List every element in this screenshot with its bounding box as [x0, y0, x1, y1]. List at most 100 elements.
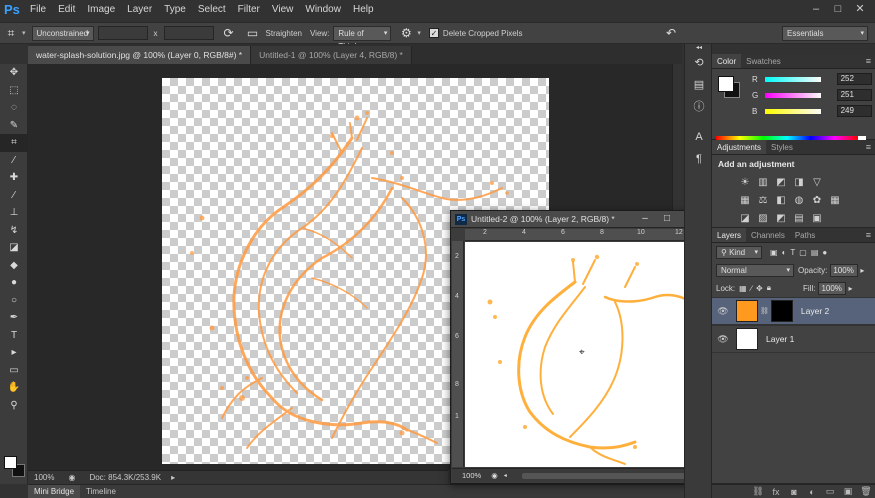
brush-tool-icon[interactable]: ∕ — [0, 187, 28, 205]
tool-preset-chevron-icon[interactable]: ▾ — [22, 29, 26, 37]
straighten-icon[interactable]: ▭ — [242, 26, 264, 40]
panel-menu-icon[interactable]: ≡ — [866, 56, 871, 66]
photo-filter-icon[interactable]: ◍ — [790, 195, 808, 206]
invert-icon[interactable]: ◪ — [736, 213, 754, 224]
color-lookup-icon[interactable]: ▦ — [826, 195, 844, 206]
menu-view[interactable]: View — [266, 0, 300, 20]
filter-pixel-icon[interactable]: ▣ — [770, 248, 778, 257]
fill-input[interactable]: 100% — [818, 281, 847, 295]
floating-minimize-button[interactable]: – — [635, 211, 655, 227]
hand-tool-icon[interactable]: ✋ — [0, 379, 28, 397]
close-button[interactable]: ✕ — [849, 0, 871, 18]
menu-image[interactable]: Image — [81, 0, 121, 20]
posterize-icon[interactable]: ▨ — [754, 213, 772, 224]
visibility-eye-icon[interactable]: 👁︎ — [712, 306, 734, 317]
collapse-strip-icon[interactable]: ◂◂ — [685, 44, 713, 52]
lasso-tool-icon[interactable]: ◌ — [0, 99, 28, 117]
menu-window[interactable]: Window — [299, 0, 347, 20]
opacity-chevron-icon[interactable]: ▸ — [860, 266, 864, 275]
vibrance-icon[interactable]: ▽ — [808, 177, 826, 188]
crop-height-input[interactable] — [163, 26, 214, 40]
color-swatches[interactable] — [4, 456, 26, 478]
crop-tool-icon[interactable]: ⌗ — [0, 134, 28, 152]
eraser-tool-icon[interactable]: ◪ — [0, 239, 28, 257]
doc-tab-water-splash[interactable]: water-splash-solution.jpg @ 100% (Layer … — [28, 46, 252, 64]
status-options-icon[interactable]: ◉ — [68, 473, 75, 482]
history-panel-icon[interactable]: ⟲ — [685, 52, 713, 74]
move-tool-icon[interactable]: ✥ — [0, 64, 28, 82]
panel-foreground-swatch[interactable] — [718, 76, 734, 92]
gradient-map-icon[interactable]: ▤ — [790, 213, 808, 224]
minimize-button[interactable]: – — [805, 0, 827, 18]
tab-color[interactable]: Color — [712, 54, 742, 68]
maximize-button[interactable]: □ — [827, 0, 849, 18]
swap-icon[interactable]: ⟳ — [218, 26, 240, 40]
fill-chevron-icon[interactable]: ▸ — [848, 284, 852, 293]
menu-file[interactable]: File — [24, 0, 52, 20]
exposure-icon[interactable]: ◨ — [790, 177, 808, 188]
panel-menu-icon[interactable]: ≡ — [866, 230, 871, 240]
green-slider[interactable] — [765, 92, 821, 98]
ratio-preset-select[interactable]: Unconstrained ▾ — [31, 25, 94, 41]
menu-help[interactable]: Help — [347, 0, 380, 20]
color-balance-icon[interactable]: ⚖ — [754, 195, 772, 206]
blur-tool-icon[interactable]: ● — [0, 274, 28, 292]
delete-cropped-checkbox[interactable]: ✓ — [428, 28, 439, 38]
tab-channels[interactable]: Channels — [746, 228, 790, 242]
channel-mixer-icon[interactable]: ✿ — [808, 195, 826, 206]
floating-zoom-level[interactable]: 100% — [462, 471, 481, 480]
menu-layer[interactable]: Layer — [121, 0, 158, 20]
history-brush-tool-icon[interactable]: ↯ — [0, 222, 28, 240]
filter-type-icon[interactable]: T — [790, 248, 795, 257]
tab-mini-bridge[interactable]: Mini Bridge — [28, 484, 81, 498]
new-layer-icon[interactable]: ▣ — [839, 486, 857, 497]
clone-stamp-tool-icon[interactable]: ⊥ — [0, 204, 28, 222]
tab-paths[interactable]: Paths — [790, 228, 820, 242]
dodge-tool-icon[interactable]: ○ — [0, 292, 28, 310]
workspace-select[interactable]: Essentials ▾ — [782, 25, 868, 41]
lock-transparent-icon[interactable]: ▦ — [739, 284, 747, 293]
red-value-input[interactable]: 252 — [836, 73, 872, 85]
character-panel-icon[interactable]: A — [685, 126, 713, 148]
blend-mode-select[interactable]: Normal ▾ — [716, 263, 794, 277]
floating-maximize-button[interactable]: □ — [657, 211, 677, 227]
zoom-tool-icon[interactable]: ⚲ — [0, 397, 28, 415]
tab-adjustments[interactable]: Adjustments — [712, 140, 767, 154]
properties-panel-icon[interactable]: ▤ — [685, 74, 713, 96]
black-white-icon[interactable]: ◧ — [772, 195, 790, 206]
type-tool-icon[interactable]: T — [0, 327, 28, 345]
threshold-icon[interactable]: ◩ — [772, 213, 790, 224]
layer-style-icon[interactable]: fx — [767, 487, 785, 497]
layer-kind-filter[interactable]: ⚲ Kind ▾ — [716, 245, 762, 259]
menu-edit[interactable]: Edit — [52, 0, 81, 20]
panel-menu-icon[interactable]: ≡ — [866, 142, 871, 152]
filter-shape-icon[interactable]: ▢ — [799, 248, 807, 257]
add-mask-icon[interactable]: ◙ — [785, 487, 803, 497]
link-icon[interactable]: ⛓︎ — [760, 307, 769, 315]
green-value-input[interactable]: 251 — [836, 89, 872, 101]
tab-swatches[interactable]: Swatches — [741, 54, 786, 68]
brightness-icon[interactable]: ☀ — [736, 177, 754, 188]
gear-icon[interactable]: ⚙ — [395, 26, 417, 40]
blue-value-input[interactable]: 249 — [836, 105, 872, 117]
layer-row-layer-1[interactable]: 👁︎ Layer 1 — [712, 325, 875, 353]
shape-tool-icon[interactable]: ▭ — [0, 362, 28, 380]
hue-saturation-icon[interactable]: ▦ — [736, 195, 754, 206]
zoom-level[interactable]: 100% — [34, 473, 54, 482]
floating-status-options-icon[interactable]: ◉ — [491, 471, 498, 480]
opacity-input[interactable]: 100% — [830, 263, 859, 277]
delete-layer-icon[interactable]: 🗑︎ — [857, 486, 875, 497]
floating-canvas[interactable]: ⌖ — [465, 242, 697, 467]
blue-slider[interactable] — [765, 108, 821, 114]
view-overlay-select[interactable]: Rule of Thirds▾ — [333, 25, 392, 51]
curves-icon[interactable]: ◩ — [772, 177, 790, 188]
tab-layers[interactable]: Layers — [712, 228, 747, 242]
menu-select[interactable]: Select — [192, 0, 232, 20]
scroll-left-icon[interactable]: ◂ — [504, 472, 507, 479]
lock-all-icon[interactable]: 🔒︎ — [767, 283, 771, 293]
pen-tool-icon[interactable]: ✒ — [0, 309, 28, 327]
new-adjustment-icon[interactable]: ◐ — [803, 487, 821, 497]
filter-adjustment-icon[interactable]: ◐ — [782, 248, 787, 257]
tab-styles[interactable]: Styles — [766, 140, 798, 154]
doc-tab-untitled-1[interactable]: Untitled-1 @ 100% (Layer 4, RGB/8) * — [251, 46, 412, 64]
